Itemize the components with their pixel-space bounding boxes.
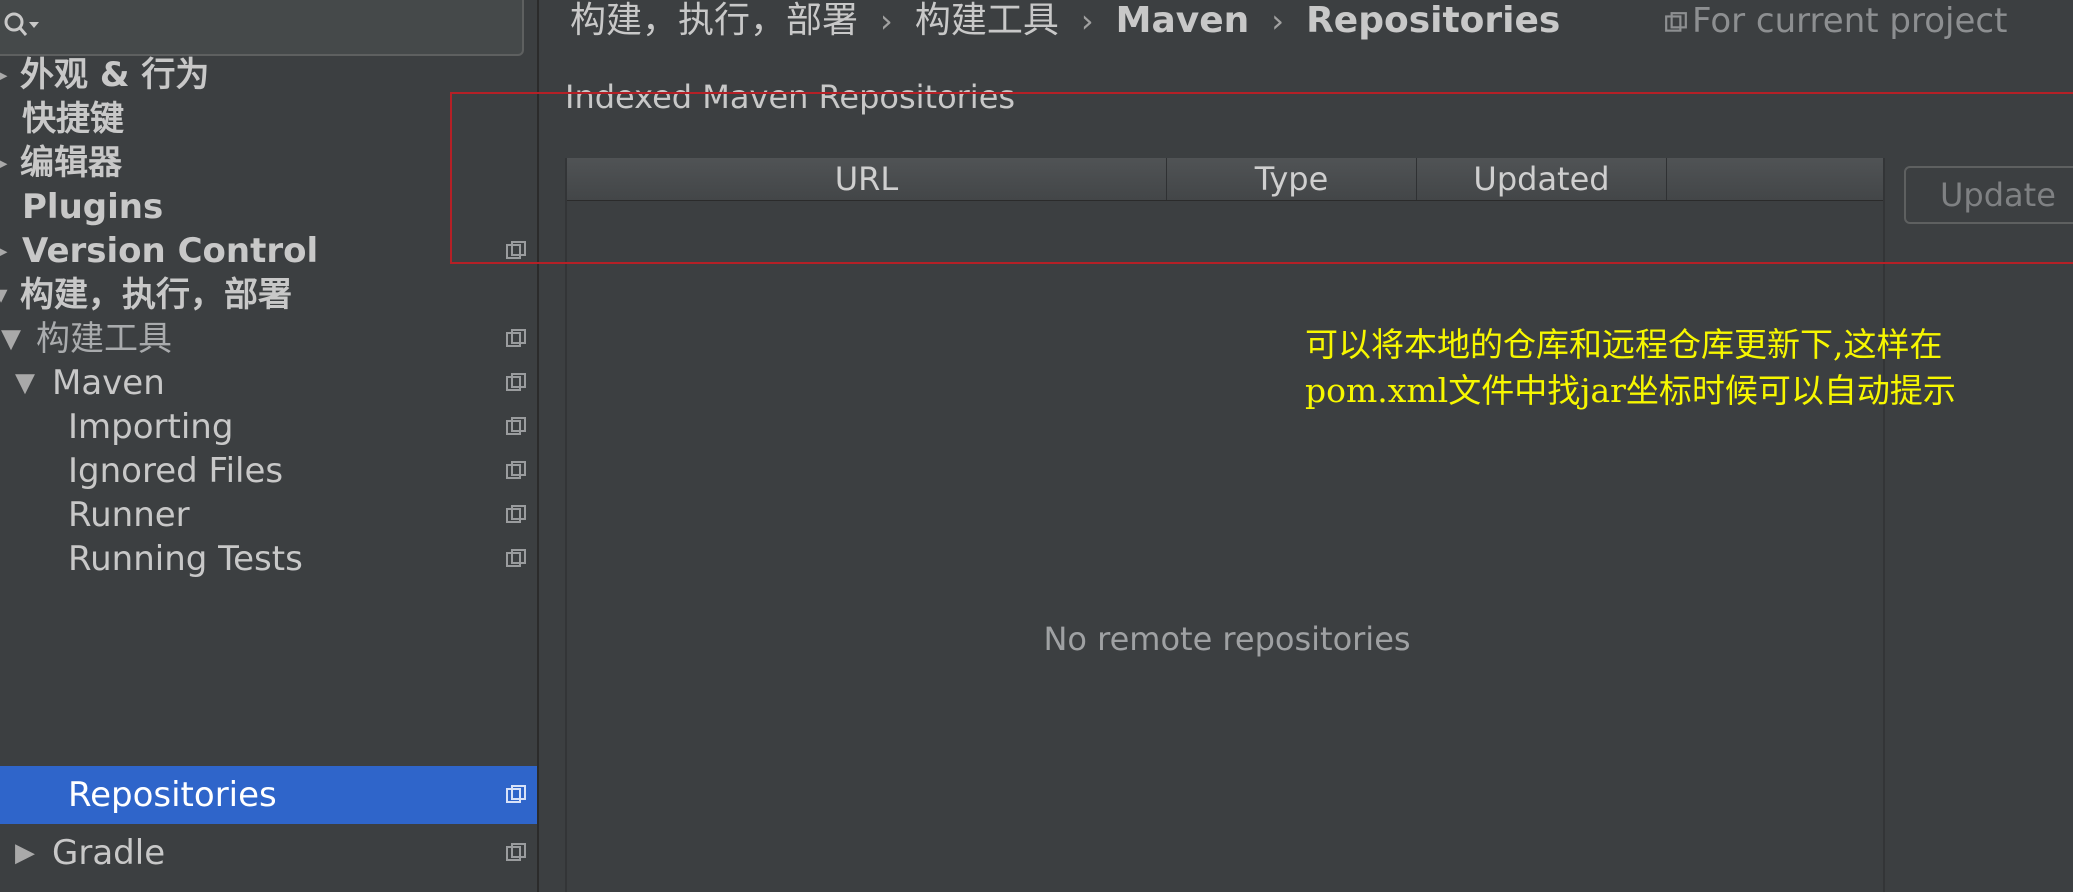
breadcrumb-item[interactable]: 构建工具 [915, 0, 1059, 42]
section-title: Indexed Maven Repositories [565, 78, 1016, 116]
annotation-note: 可以将本地的仓库和远程仓库更新下,这样在 pom.xml文件中找jar坐标时候可… [1305, 322, 2065, 414]
repositories-table[interactable]: URL Type Updated No remote repositories [565, 158, 1885, 892]
column-header-updated[interactable]: Updated [1417, 158, 1667, 200]
settings-main-panel: 构建，执行，部署 › 构建工具 › Maven › Repositories For cur… [450, 0, 2073, 892]
breadcrumb-current: Repositories [1306, 0, 1561, 41]
settings-sidebar: ▸ 外观 & 行为 快捷键 ▸ 编辑器 Plugins ▸ Version Co… [0, 0, 539, 892]
sidebar-item-repositories[interactable]: Repositories [0, 766, 537, 824]
breadcrumb-separator: › [880, 2, 893, 40]
column-header-type[interactable]: Type [1167, 158, 1417, 200]
column-header-empty[interactable] [1667, 158, 1883, 200]
project-scope-icon [506, 505, 526, 523]
annotation-line: 可以将本地的仓库和远程仓库更新下,这样在 [1305, 325, 1943, 364]
column-header-url[interactable]: URL [567, 158, 1167, 200]
annotation-line: pom.xml文件中找jar坐标时候可以自动提示 [1305, 371, 1956, 410]
update-button[interactable]: Update [1904, 166, 2073, 224]
table-header: URL Type Updated [567, 158, 1883, 201]
sidebar-item-gradle[interactable]: ▶ Gradle [0, 824, 537, 882]
project-scope-icon [506, 785, 526, 803]
project-scope-icon [506, 461, 526, 479]
sidebar-item-label: Running Tests [68, 539, 303, 579]
breadcrumb-separator: › [1271, 2, 1285, 40]
sidebar-item-label: Repositories [68, 775, 277, 815]
chevron-right-icon[interactable]: ▶ [10, 824, 40, 882]
project-scope-icon [506, 417, 526, 435]
sidebar-item-running-tests[interactable]: Running Tests [0, 530, 537, 588]
breadcrumb-item[interactable]: Maven [1116, 0, 1250, 42]
breadcrumb-separator: › [1080, 2, 1094, 40]
search-icon[interactable] [2, 10, 42, 40]
empty-state-text: No remote repositories [1043, 620, 1411, 658]
project-scope-icon [506, 373, 526, 391]
project-scope-icon [506, 549, 526, 567]
project-scope-icon [506, 843, 526, 861]
scope-indicator: For current project [1664, 0, 2007, 44]
project-scope-icon [506, 329, 526, 347]
project-scope-icon [506, 241, 526, 259]
breadcrumb-item[interactable]: 构建，执行，部署 [570, 0, 858, 42]
breadcrumb: 构建，执行，部署 › 构建工具 › Maven › Repositories [570, 0, 1560, 44]
project-scope-icon [1665, 11, 1687, 32]
scope-label: For current project [1692, 1, 2008, 41]
sidebar-item-label: Gradle [52, 833, 166, 873]
